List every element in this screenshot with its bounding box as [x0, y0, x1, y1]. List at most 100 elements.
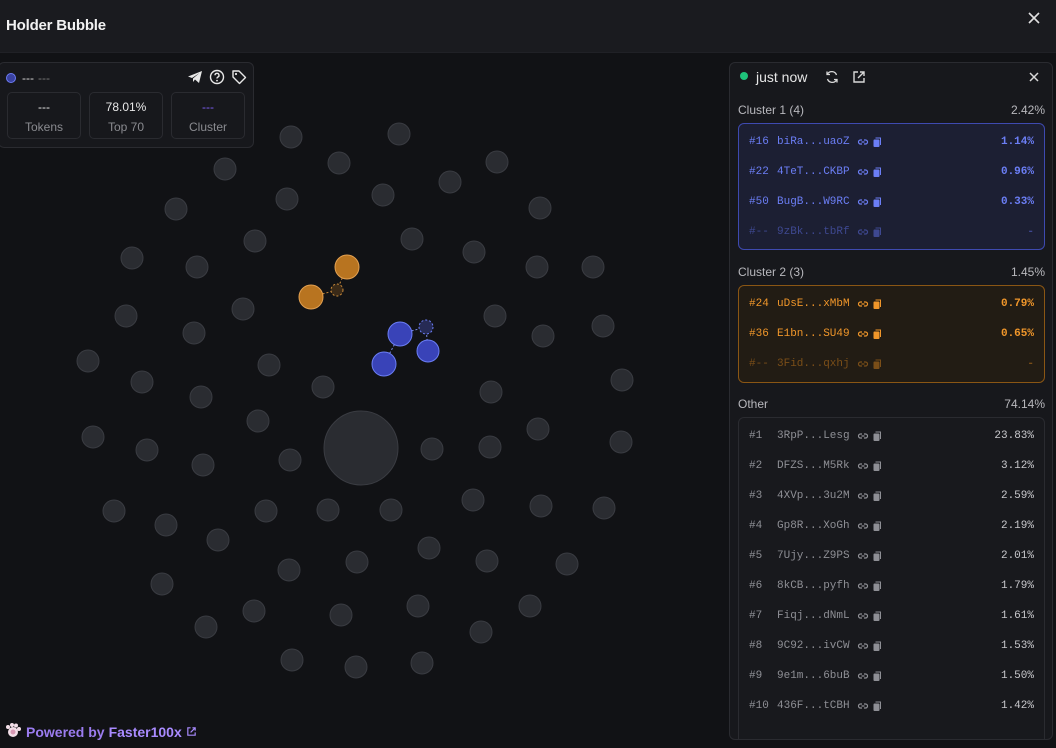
holder-bubble[interactable] — [581, 255, 605, 279]
holder-bubble[interactable] — [280, 648, 304, 672]
link-icon[interactable] — [857, 520, 869, 532]
holder-bubble[interactable] — [417, 536, 441, 560]
holder-bubble[interactable] — [592, 496, 616, 520]
holder-bubble[interactable] — [206, 528, 230, 552]
holder-bubble[interactable] — [518, 594, 542, 618]
holder-bubble[interactable] — [246, 409, 270, 433]
holder-bubble[interactable] — [135, 438, 159, 462]
holder-bubble[interactable] — [114, 304, 138, 328]
link-icon[interactable] — [857, 196, 869, 208]
holder-row[interactable]: #9 9e1m...6buB 1.50% — [749, 668, 1034, 684]
holder-bubble[interactable] — [462, 240, 486, 264]
link-icon[interactable] — [857, 298, 869, 310]
holder-bubble[interactable] — [242, 599, 266, 623]
link-icon[interactable] — [857, 550, 869, 562]
link-icon[interactable] — [857, 328, 869, 340]
holder-bubble[interactable] — [182, 321, 206, 345]
holder-row[interactable]: #8 9C92...ivCW 1.53% — [749, 638, 1034, 654]
holder-bubble[interactable] — [76, 349, 100, 373]
copy-icon[interactable] — [871, 328, 883, 340]
holder-row[interactable]: #7 Fiqj...dNmL 1.61% — [749, 608, 1034, 624]
cluster-1-bubble[interactable] — [387, 321, 413, 347]
holder-row[interactable]: #10 436F...tCBH 1.42% — [749, 698, 1034, 714]
holder-bubble[interactable] — [410, 651, 434, 675]
holder-row[interactable]: #1 3RpP...Lesg 23.83% — [749, 428, 1034, 444]
close-icon[interactable] — [1026, 10, 1042, 26]
copy-icon[interactable] — [871, 226, 883, 238]
holder-bubble[interactable] — [327, 151, 351, 175]
copy-icon[interactable] — [871, 136, 883, 148]
holder-bubble[interactable] — [254, 499, 278, 523]
holder-bubble[interactable] — [478, 435, 502, 459]
holder-bubble[interactable] — [591, 314, 615, 338]
holder-bubble[interactable] — [469, 620, 493, 644]
copy-icon[interactable] — [871, 490, 883, 502]
link-icon[interactable] — [857, 226, 869, 238]
holder-bubble[interactable] — [345, 550, 369, 574]
holder-row[interactable]: #-- 9zBk...tbRf - — [749, 224, 1034, 240]
external-link-icon[interactable] — [186, 724, 197, 740]
link-icon[interactable] — [857, 580, 869, 592]
holder-bubble[interactable] — [81, 425, 105, 449]
link-icon[interactable] — [857, 136, 869, 148]
copy-icon[interactable] — [871, 460, 883, 472]
link-icon[interactable] — [857, 490, 869, 502]
copy-icon[interactable] — [871, 298, 883, 310]
holder-bubble[interactable] — [555, 552, 579, 576]
link-icon[interactable] — [857, 700, 869, 712]
holder-row[interactable]: #16 biRa...uaoZ 1.14% — [749, 134, 1034, 150]
copy-icon[interactable] — [871, 430, 883, 442]
holder-row[interactable]: #4 Gp8R...XoGh 2.19% — [749, 518, 1034, 534]
holder-bubble-map[interactable] — [0, 53, 730, 748]
holder-row[interactable]: #50 BugB...W9RC 0.33% — [749, 194, 1034, 210]
copy-icon[interactable] — [871, 520, 883, 532]
holder-row[interactable]: #3 4XVp...3u2M 2.59% — [749, 488, 1034, 504]
holder-bubble[interactable] — [438, 170, 462, 194]
holder-bubble[interactable] — [475, 549, 499, 573]
holder-bubble[interactable] — [526, 417, 550, 441]
holder-bubble[interactable] — [120, 246, 144, 270]
link-icon[interactable] — [857, 460, 869, 472]
copy-icon[interactable] — [871, 580, 883, 592]
holder-bubble[interactable] — [316, 498, 340, 522]
holder-bubble[interactable] — [400, 227, 424, 251]
cluster-1-bubble[interactable] — [371, 351, 397, 377]
holder-bubble[interactable] — [387, 122, 411, 146]
holder-bubble[interactable] — [130, 370, 154, 394]
holder-bubble[interactable] — [461, 488, 485, 512]
holder-bubble[interactable] — [311, 375, 335, 399]
link-icon[interactable] — [857, 430, 869, 442]
holder-bubble[interactable] — [231, 297, 255, 321]
holder-bubble[interactable] — [164, 197, 188, 221]
holder-row[interactable]: #24 uDsE...xMbM 0.79% — [749, 296, 1034, 312]
cluster-2-bubble[interactable] — [330, 283, 344, 297]
holder-bubble[interactable] — [213, 157, 237, 181]
powered-by[interactable]: Powered by Faster100x — [4, 721, 197, 742]
top-holder-bubble[interactable] — [323, 410, 399, 486]
holder-row[interactable]: #22 4TeT...CKBP 0.96% — [749, 164, 1034, 180]
holder-bubble[interactable] — [102, 499, 126, 523]
copy-icon[interactable] — [871, 670, 883, 682]
holder-bubble[interactable] — [485, 150, 509, 174]
holder-bubble[interactable] — [420, 437, 444, 461]
holder-bubble[interactable] — [243, 229, 267, 253]
holder-bubble[interactable] — [194, 615, 218, 639]
copy-icon[interactable] — [871, 700, 883, 712]
holder-bubble[interactable] — [191, 453, 215, 477]
holder-row[interactable]: #6 8kCB...pyfh 1.79% — [749, 578, 1034, 594]
holder-bubble[interactable] — [279, 125, 303, 149]
holder-bubble[interactable] — [275, 187, 299, 211]
link-icon[interactable] — [857, 640, 869, 652]
holder-row[interactable]: #-- 3Fid...qxhj - — [749, 356, 1034, 372]
link-icon[interactable] — [857, 166, 869, 178]
holder-row[interactable]: #36 E1bn...SU49 0.65% — [749, 326, 1034, 342]
close-panel-icon[interactable] — [1026, 69, 1042, 85]
external-link-icon[interactable] — [851, 69, 867, 85]
holder-bubble[interactable] — [154, 513, 178, 537]
holder-bubble[interactable] — [344, 655, 368, 679]
holder-bubble[interactable] — [528, 196, 552, 220]
holder-bubble[interactable] — [379, 498, 403, 522]
holder-bubble[interactable] — [483, 304, 507, 328]
holder-bubble[interactable] — [150, 572, 174, 596]
holder-row[interactable]: #5 7Ujy...Z9PS 2.01% — [749, 548, 1034, 564]
